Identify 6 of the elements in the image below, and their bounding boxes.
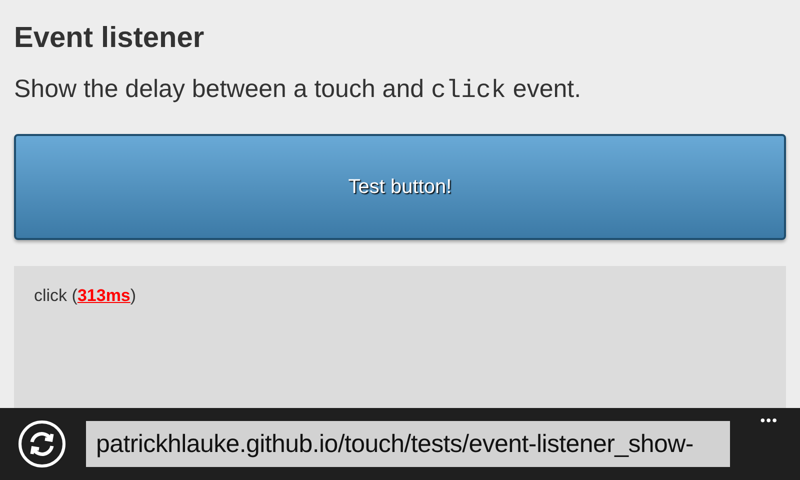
- log-entry: click (313ms): [34, 286, 138, 306]
- page-heading: Event listener: [14, 21, 206, 56]
- description-text: Show the delay between a touch and click event.: [14, 74, 582, 106]
- url-field[interactable]: patrickhlauke.github.io/touch/tests/event-listener_show-: [86, 421, 730, 467]
- more-button[interactable]: •••: [760, 412, 778, 428]
- refresh-icon[interactable]: [18, 420, 66, 468]
